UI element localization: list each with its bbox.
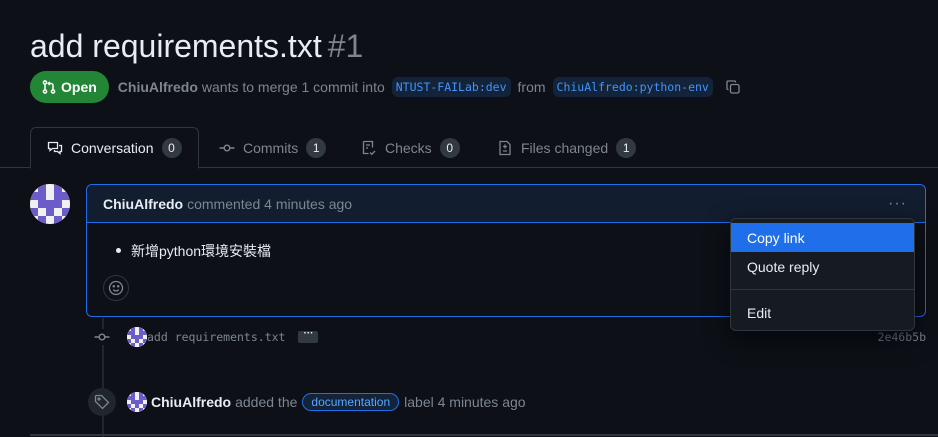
kebab-horizontal-icon[interactable]: ··· [888, 195, 907, 213]
pr-author-link[interactable]: ChiuAlfredo [118, 79, 198, 95]
comment-body: 新增python環境安裝檔 [115, 241, 272, 261]
comment-context-menu: Copy link Quote reply Edit [730, 218, 915, 331]
file-diff-icon [499, 140, 511, 155]
divider [30, 434, 938, 436]
head-branch[interactable]: ChiuAlfredo:python-env [552, 77, 713, 97]
label-event: ChiuAlfredo added the documentation labe… [88, 388, 526, 416]
git-commit-icon [94, 329, 110, 345]
pr-tabs: Conversation 0 Commits 1 Checks 0 Files … [0, 127, 938, 169]
tab-label: Checks [385, 139, 432, 156]
copy-icon[interactable] [725, 79, 741, 95]
menu-item-edit[interactable]: Edit [731, 298, 914, 327]
tab-conversation[interactable]: Conversation 0 [30, 127, 199, 169]
list-item: 新增python環境安裝檔 [115, 243, 272, 259]
state-label: Open [61, 79, 97, 95]
menu-item-quote-reply[interactable]: Quote reply [731, 252, 914, 281]
menu-item-copy-link[interactable]: Copy link [731, 223, 914, 252]
commit-message-link[interactable]: add requirements.txt [147, 330, 285, 344]
comment-timestamp: commented 4 minutes ago [187, 195, 353, 212]
expand-commit-button[interactable]: ··· [298, 329, 319, 343]
event-pre-text: added the [235, 394, 298, 410]
tag-icon [88, 388, 116, 416]
pr-title-text: add requirements.txt [30, 28, 322, 64]
add-reaction-button[interactable] [103, 275, 129, 301]
comment-discussion-icon [47, 141, 63, 155]
avatar[interactable] [127, 392, 147, 412]
menu-divider [731, 289, 914, 290]
smiley-icon [108, 280, 124, 296]
pr-title: add requirements.txt #1 [30, 26, 363, 66]
tab-files-changed[interactable]: Files changed 1 [497, 127, 637, 168]
tab-checks[interactable]: Checks 0 [361, 127, 460, 168]
tab-count: 1 [306, 137, 327, 158]
from-text: from [517, 79, 546, 95]
avatar[interactable] [127, 327, 147, 347]
tab-label: Commits [243, 139, 299, 156]
base-branch[interactable]: NTUST-FAILab:dev [391, 77, 511, 97]
label-documentation[interactable]: documentation [302, 393, 400, 411]
tab-label: Files changed [521, 139, 609, 156]
git-pull-request-icon [42, 80, 56, 94]
merge-text: wants to merge 1 commit into [201, 79, 385, 95]
tab-commits[interactable]: Commits 1 [219, 127, 327, 168]
pr-meta: Open ChiuAlfredo wants to merge 1 commit… [30, 71, 741, 103]
git-commit-icon [219, 143, 235, 151]
commit-sha-link[interactable]: 2e46b5b [878, 330, 926, 344]
tab-label: Conversation [71, 140, 154, 156]
tab-count: 1 [616, 137, 637, 158]
state-badge: Open [30, 71, 109, 103]
merge-description: ChiuAlfredo wants to merge 1 commit into… [118, 77, 741, 97]
comment-author[interactable]: ChiuAlfredo [103, 196, 183, 212]
event-author[interactable]: ChiuAlfredo [151, 394, 231, 410]
pr-number: #1 [327, 28, 364, 64]
checklist-icon [362, 140, 376, 155]
avatar[interactable] [30, 184, 70, 224]
tab-count: 0 [439, 137, 460, 158]
tab-count: 0 [161, 138, 182, 158]
event-post-text: label 4 minutes ago [404, 394, 526, 410]
